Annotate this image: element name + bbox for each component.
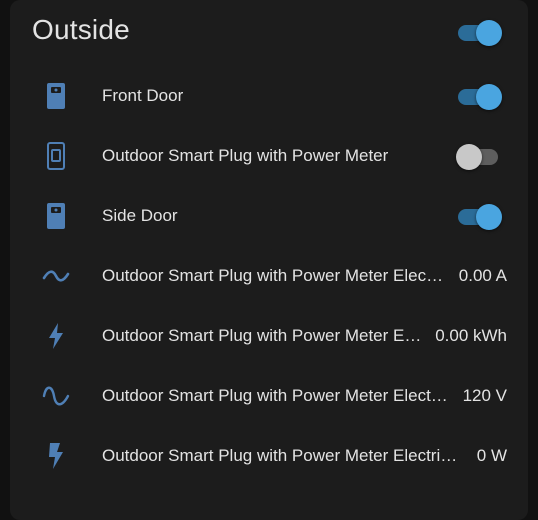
entity-row-power[interactable]: Outdoor Smart Plug with Power Meter Elec…: [10, 426, 528, 486]
toggle-switch[interactable]: [456, 204, 502, 230]
entity-value: 0 W: [476, 446, 507, 465]
sine-wave-icon: [40, 380, 72, 412]
door-sensor-icon: [40, 200, 72, 232]
toggle-thumb: [476, 20, 502, 46]
entity-row-voltage[interactable]: Outdoor Smart Plug with Power Meter Elec…: [10, 366, 528, 426]
toggle-thumb: [456, 144, 482, 170]
entity-label: Outdoor Smart Plug with Power Meter Elec…: [102, 266, 444, 285]
toggle-switch[interactable]: [456, 20, 502, 46]
entities-card: Outside Front Door Outdoor Smart Plug wi…: [10, 0, 528, 520]
entity-value: 0.00 kWh: [435, 326, 507, 345]
entity-row-smart-plug[interactable]: Outdoor Smart Plug with Power Meter: [10, 126, 528, 186]
entity-row-side-door[interactable]: Side Door: [10, 186, 528, 246]
card-header-toggle[interactable]: [456, 20, 502, 46]
toggle-thumb: [476, 204, 502, 230]
toggle-thumb: [476, 84, 502, 110]
entity-label: Front Door: [102, 86, 184, 105]
entity-row-energy[interactable]: Outdoor Smart Plug with Power Meter E… 0…: [10, 306, 528, 366]
entity-value: 120 V: [462, 386, 507, 405]
entity-value: 0.00 A: [458, 266, 507, 285]
entity-label: Outdoor Smart Plug with Power Meter: [102, 146, 389, 165]
door-sensor-icon: [40, 80, 72, 112]
entity-label: Outdoor Smart Plug with Power Meter Elec…: [102, 386, 448, 405]
entity-label: Outdoor Smart Plug with Power Meter Elec…: [102, 446, 458, 465]
entity-label: Outdoor Smart Plug with Power Meter E…: [102, 326, 422, 345]
lightning-bolt-icon: [40, 320, 72, 352]
toggle-switch[interactable]: [456, 144, 502, 170]
smart-plug-icon: [40, 140, 72, 172]
flash-icon: [40, 440, 72, 472]
current-ac-icon: [40, 260, 72, 292]
entity-label: Side Door: [102, 206, 178, 225]
entity-row-current[interactable]: Outdoor Smart Plug with Power Meter Elec…: [10, 246, 528, 306]
card-title: Outside: [32, 14, 130, 45]
toggle-switch[interactable]: [456, 84, 502, 110]
entity-row-front-door[interactable]: Front Door: [10, 66, 528, 126]
